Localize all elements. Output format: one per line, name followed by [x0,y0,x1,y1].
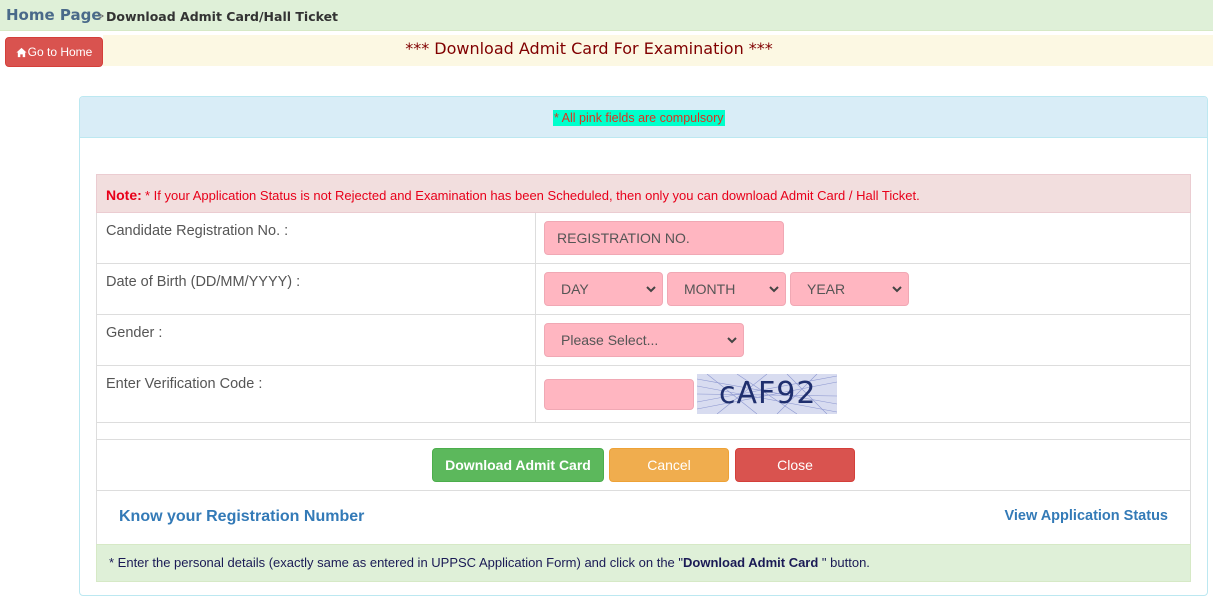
gender-select[interactable]: Please Select... [544,323,744,357]
column-divider [535,213,536,263]
dob-year-select[interactable]: YEAR [790,272,909,306]
note-label: Note: [106,187,142,203]
instructions-suffix: " button. [818,555,870,570]
dob-year-value: YEAR [807,281,846,297]
panel-heading: * All pink fields are compulsory [80,97,1207,138]
page-title: *** Download Admit Card For Examination … [405,39,773,58]
know-registration-number-link[interactable]: Know your Registration Number [119,508,364,526]
dob-day-select[interactable]: DAY [544,272,663,306]
instructions-note: * Enter the personal details (exactly sa… [96,544,1191,582]
dob-label: Date of Birth (DD/MM/YYYY) : [106,274,301,290]
verification-label: Enter Verification Code : [106,376,263,392]
actions-row: Download Admit Card Cancel Close [96,440,1191,491]
verification-code-input[interactable] [544,379,694,410]
dob-day-value: DAY [561,281,589,297]
links-row: Know your Registration Number View Appli… [96,491,1191,545]
dob-month-select[interactable]: MONTH [667,272,786,306]
compulsory-fields-note: * All pink fields are compulsory [553,110,725,126]
registration-input[interactable]: REGISTRATION NO. [544,221,784,255]
column-divider [535,315,536,365]
download-admit-card-button[interactable]: Download Admit Card [432,448,604,482]
spacer-row [96,423,1191,440]
verification-row: Enter Verification Code : cAF92 [96,366,1191,423]
column-divider [535,366,536,422]
dob-month-value: MONTH [684,281,736,297]
breadcrumb-separator: > [97,9,105,23]
captcha-text: cAF92 [719,376,817,411]
breadcrumb-bar: Home Page > Download Admit Card/Hall Tic… [0,0,1213,31]
home-icon [16,47,27,57]
captcha-image: cAF92 [697,374,837,414]
chevron-down-icon [727,337,737,344]
note-text: * If your Application Status is not Reje… [145,188,920,203]
dob-row: Date of Birth (DD/MM/YYYY) : DAY MONTH Y… [96,264,1191,315]
gender-label: Gender : [106,325,163,341]
close-button[interactable]: Close [735,448,855,482]
go-to-home-button[interactable]: Go to Home [5,37,103,67]
registration-row: Candidate Registration No. : REGISTRATIO… [96,213,1191,264]
chevron-down-icon [769,286,779,293]
go-to-home-label: Go to Home [27,45,93,59]
registration-label: Candidate Registration No. : [106,223,289,239]
cancel-button[interactable]: Cancel [609,448,729,482]
column-divider [535,264,536,314]
instructions-bold: Download Admit Card [683,555,819,570]
chevron-down-icon [892,286,902,293]
gender-row: Gender : Please Select... [96,315,1191,366]
view-application-status-link[interactable]: View Application Status [1004,508,1168,524]
gender-value: Please Select... [561,332,659,348]
breadcrumb-home-link[interactable]: Home Page [6,6,102,24]
breadcrumb-current: Download Admit Card/Hall Ticket [106,9,339,24]
instructions-prefix: * Enter the personal details (exactly sa… [109,555,684,570]
note-row: Note: * If your Application Status is no… [96,174,1191,213]
chevron-down-icon [646,286,656,293]
